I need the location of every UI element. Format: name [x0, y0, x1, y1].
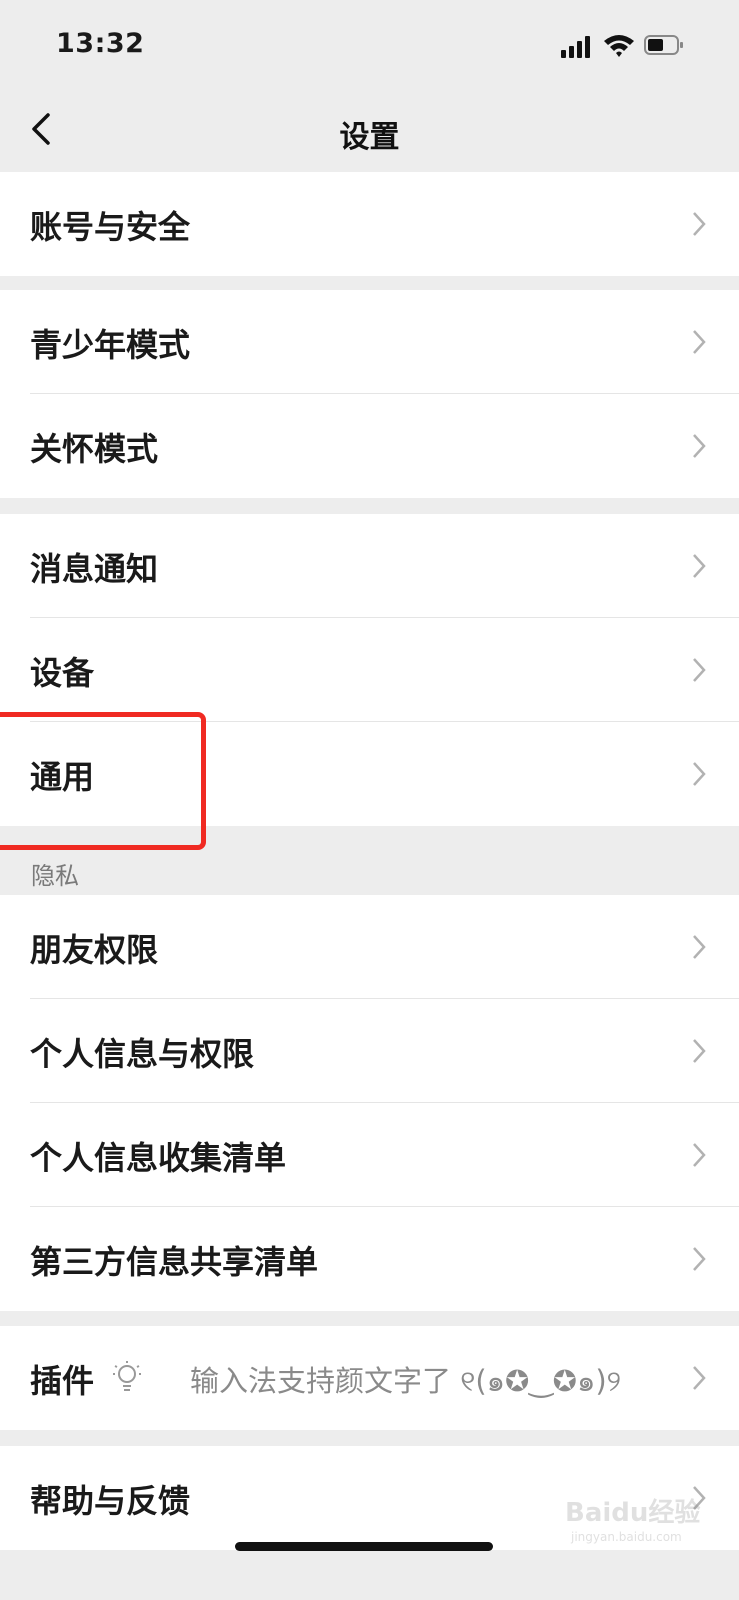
highlight-box: [0, 712, 206, 850]
settings-item-plugins[interactable]: 插件 输入法支持颜文字了 ୧(๑✪‿✪๑)୨: [0, 1326, 739, 1430]
settings-item-devices[interactable]: 设备: [0, 618, 739, 722]
settings-item-label: 个人信息与权限: [30, 1035, 255, 1073]
section-title-privacy: 隐私: [31, 862, 79, 890]
settings-item-account-security[interactable]: 账号与安全: [0, 172, 739, 276]
status-time: 13:32: [56, 28, 145, 59]
signal-icon: [561, 36, 591, 58]
privacy-group: 朋友权限 个人信息与权限 个人信息收集清单 第三方信息共享清单: [0, 895, 739, 1311]
plugin-group: 插件 输入法支持颜文字了 ୧(๑✪‿✪๑)୨: [0, 1326, 739, 1430]
watermark: Baidu经验 jingyan.baidu.com: [555, 1492, 705, 1552]
chevron-right-icon: [693, 762, 706, 786]
settings-item-label: 朋友权限: [30, 931, 159, 969]
battery-icon: [644, 35, 683, 55]
settings-item-personal-info-collection[interactable]: 个人信息收集清单: [0, 1103, 739, 1207]
watermark-brand: Baidu经验: [565, 1498, 701, 1528]
chevron-right-icon: [693, 935, 706, 959]
settings-item-label: 设备: [30, 654, 95, 692]
settings-item-care-mode[interactable]: 关怀模式: [0, 394, 739, 498]
lightbulb-icon: [113, 1361, 141, 1391]
chevron-right-icon: [693, 212, 706, 236]
navigation-bar: 设置: [0, 95, 739, 173]
settings-item-label: 帮助与反馈: [30, 1482, 191, 1520]
chevron-right-icon: [693, 1143, 706, 1167]
settings-item-label: 消息通知: [30, 550, 159, 588]
page-title: 设置: [339, 120, 400, 155]
chevron-right-icon: [693, 434, 706, 458]
watermark-url: jingyan.baidu.com: [571, 1530, 682, 1544]
settings-item-label: 第三方信息共享清单: [30, 1243, 319, 1281]
account-group: 账号与安全: [0, 172, 739, 276]
chevron-right-icon: [693, 554, 706, 578]
wifi-icon: [604, 35, 634, 57]
settings-item-teen-mode[interactable]: 青少年模式: [0, 290, 739, 394]
chevron-right-icon: [693, 1366, 706, 1390]
chevron-right-icon: [693, 1039, 706, 1063]
chevron-right-icon: [693, 658, 706, 682]
settings-item-notifications[interactable]: 消息通知: [0, 514, 739, 618]
settings-item-personal-info-permissions[interactable]: 个人信息与权限: [0, 999, 739, 1103]
settings-item-friend-permissions[interactable]: 朋友权限: [0, 895, 739, 999]
home-indicator[interactable]: [235, 1542, 493, 1551]
chevron-right-icon: [693, 330, 706, 354]
status-bar: 13:32: [0, 0, 739, 95]
settings-item-label: 插件: [30, 1362, 95, 1400]
mode-group: 青少年模式 关怀模式: [0, 290, 739, 498]
settings-item-label: 账号与安全: [30, 208, 191, 246]
settings-item-label: 个人信息收集清单: [30, 1139, 287, 1177]
plugin-hint-text: 输入法支持颜文字了 ୧(๑✪‿✪๑)୨: [190, 1364, 622, 1398]
settings-item-label: 关怀模式: [30, 430, 159, 468]
chevron-right-icon: [693, 1247, 706, 1271]
settings-item-third-party-sharing[interactable]: 第三方信息共享清单: [0, 1207, 739, 1311]
settings-item-label: 青少年模式: [30, 326, 191, 364]
